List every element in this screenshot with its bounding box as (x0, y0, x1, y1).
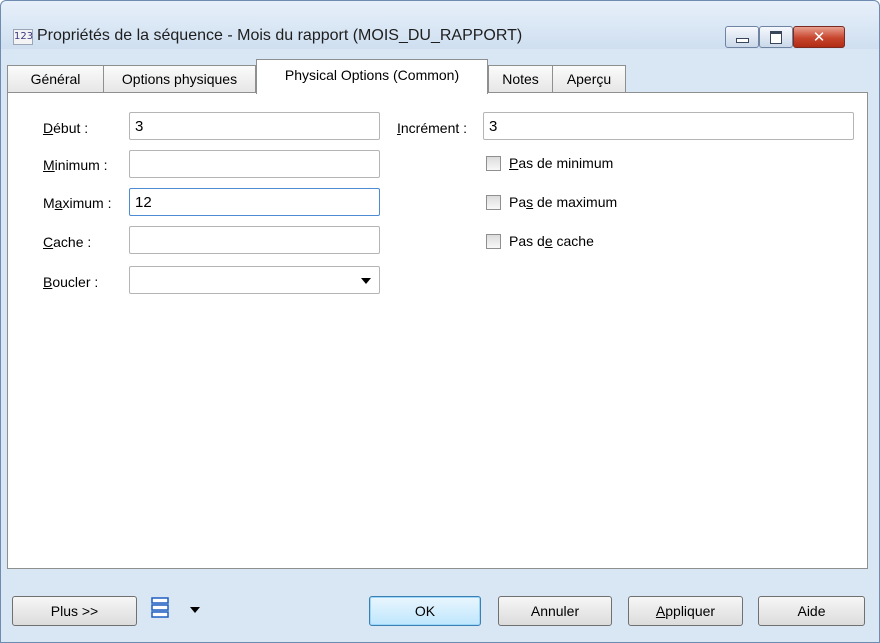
appliquer-button[interactable]: Appliquer (628, 596, 743, 626)
increment-field[interactable]: 3 (483, 112, 854, 140)
debut-label: Début : (43, 120, 89, 136)
pas-de-minimum-checkbox[interactable] (486, 156, 501, 171)
list-layout-icon[interactable] (151, 597, 173, 619)
pas-de-cache-label[interactable]: Pas de cache (509, 231, 594, 251)
dialog-window: 123 Propriétés de la séquence - Mois du … (0, 0, 880, 643)
maximum-label: Maximum : (43, 195, 112, 211)
title-bar[interactable]: 123 Propriétés de la séquence - Mois du … (1, 1, 879, 49)
tab-notes[interactable]: Notes (488, 65, 553, 92)
tab-general[interactable]: Général (7, 65, 104, 92)
layout-dropdown-arrow-icon[interactable] (190, 607, 200, 613)
debut-field[interactable]: 3 (129, 112, 380, 140)
minimum-label: Minimum : (43, 157, 108, 173)
minimize-button[interactable] (725, 26, 759, 48)
maximize-button[interactable] (759, 26, 793, 48)
dropdown-arrow-icon (361, 278, 371, 284)
cache-field[interactable] (129, 226, 380, 254)
increment-label: Incrément : (397, 120, 468, 136)
cache-label: Cache : (43, 234, 92, 250)
window-title: Propriétés de la séquence - Mois du rapp… (37, 27, 523, 44)
maximum-field[interactable]: 12 (129, 188, 380, 216)
boucler-dropdown[interactable] (129, 266, 380, 294)
pas-de-cache-checkbox[interactable] (486, 234, 501, 249)
aide-button[interactable]: Aide (758, 596, 865, 626)
tab-physical-options-common[interactable]: Physical Options (Common) (256, 59, 488, 94)
close-icon: ✕ (812, 28, 826, 46)
ok-button[interactable]: OK (369, 596, 481, 626)
minimize-icon (736, 38, 749, 43)
tab-options-physiques[interactable]: Options physiques (103, 65, 256, 92)
tab-apercu[interactable]: Aperçu (552, 65, 626, 92)
annuler-button[interactable]: Annuler (498, 596, 612, 626)
boucler-label: Boucler : (43, 274, 99, 290)
maximize-icon (770, 31, 782, 44)
sequence-icon: 123 (13, 29, 33, 45)
pas-de-minimum-label[interactable]: Pas de minimum (509, 153, 613, 173)
minimum-field[interactable] (129, 150, 380, 178)
pas-de-maximum-checkbox[interactable] (486, 195, 501, 210)
tab-strip: Général Options physiques Physical Optio… (7, 59, 867, 94)
pas-de-maximum-label[interactable]: Pas de maximum (509, 192, 617, 212)
close-button[interactable]: ✕ (793, 26, 845, 48)
plus-button[interactable]: Plus >> (12, 596, 137, 626)
